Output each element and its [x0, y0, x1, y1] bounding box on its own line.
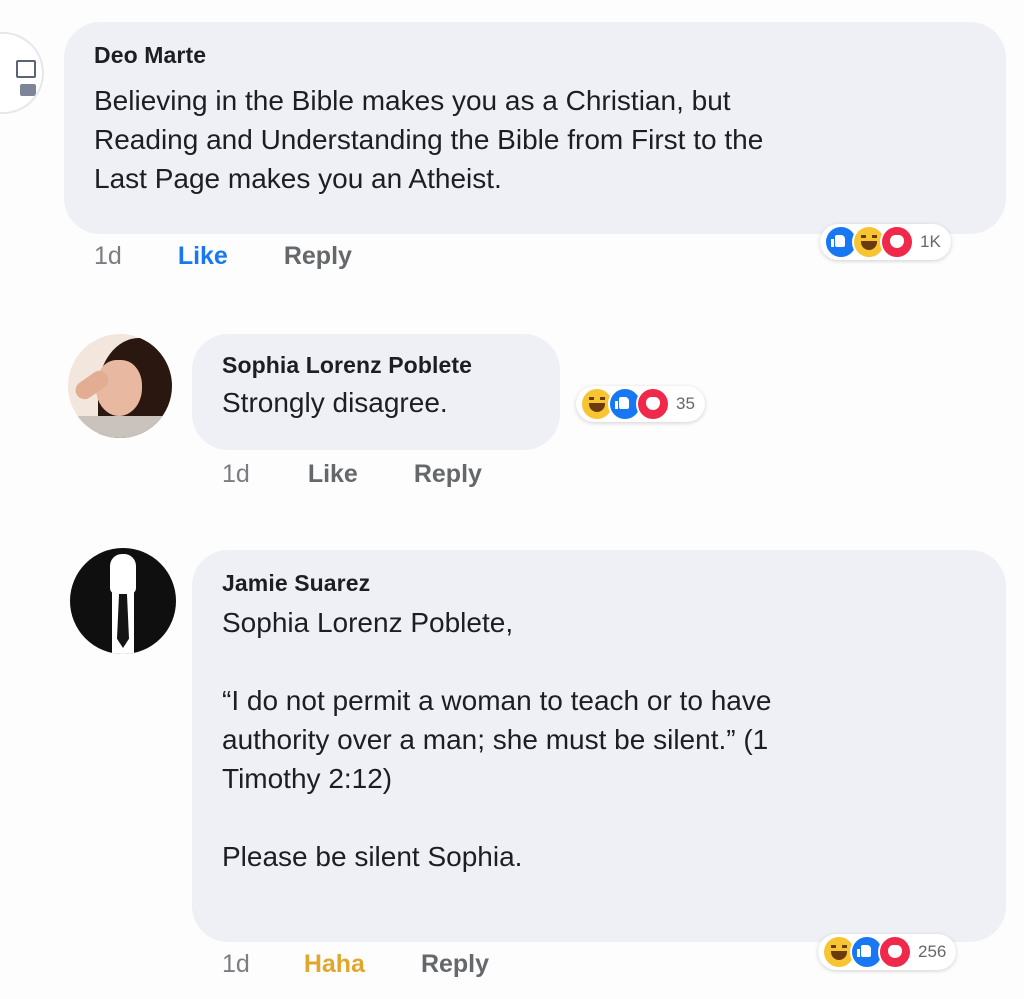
avatar-hand — [110, 554, 136, 594]
reply-button[interactable]: Reply — [284, 242, 352, 271]
reactions-summary[interactable]: 1K — [820, 224, 951, 260]
comment-timestamp[interactable]: 1d — [94, 242, 122, 271]
avatar-shirt — [70, 416, 170, 438]
comment-bubble: Sophia Lorenz Poblete Strongly disagree. — [192, 334, 560, 450]
comment-bubble: Deo Marte Believing in the Bible makes y… — [64, 22, 1006, 234]
avatar[interactable] — [0, 32, 44, 114]
comment-text: Believing in the Bible makes you as a Ch… — [94, 85, 764, 194]
reactions-summary[interactable]: 256 — [818, 934, 957, 970]
avatar[interactable] — [68, 334, 172, 438]
love-icon — [878, 935, 912, 969]
comment-actions: 1d Haha Reply — [222, 950, 489, 979]
reaction-count: 35 — [676, 394, 695, 413]
comment-text: Strongly disagree. — [222, 387, 448, 418]
comment-author[interactable]: Sophia Lorenz Poblete — [222, 352, 540, 379]
reply-button[interactable]: Reply — [414, 460, 482, 489]
reply-button[interactable]: Reply — [421, 950, 489, 979]
avatar-icon — [20, 84, 36, 96]
comment-bubble: Jamie Suarez Sophia Lorenz Poblete, “I d… — [192, 550, 1006, 942]
comment-thread: Deo Marte Believing in the Bible makes y… — [0, 0, 1024, 999]
avatar[interactable] — [70, 548, 176, 654]
like-button[interactable]: Like — [308, 460, 358, 489]
haha-button[interactable]: Haha — [304, 950, 365, 979]
love-icon — [880, 225, 914, 259]
comment-actions: 1d Like Reply — [222, 460, 482, 489]
comment-author[interactable]: Jamie Suarez — [222, 570, 980, 597]
comment-actions: 1d Like Reply — [94, 242, 352, 271]
reactions-summary[interactable]: 35 — [576, 386, 705, 422]
like-button[interactable]: Like — [178, 242, 228, 271]
reaction-count: 1K — [920, 232, 941, 251]
comment-timestamp[interactable]: 1d — [222, 950, 250, 979]
comment-author[interactable]: Deo Marte — [94, 42, 980, 69]
avatar-icon — [16, 60, 36, 78]
reaction-count: 256 — [918, 942, 947, 961]
comment-text: Sophia Lorenz Poblete, “I do not permit … — [222, 607, 772, 872]
love-icon — [636, 387, 670, 421]
comment-timestamp[interactable]: 1d — [222, 460, 250, 489]
